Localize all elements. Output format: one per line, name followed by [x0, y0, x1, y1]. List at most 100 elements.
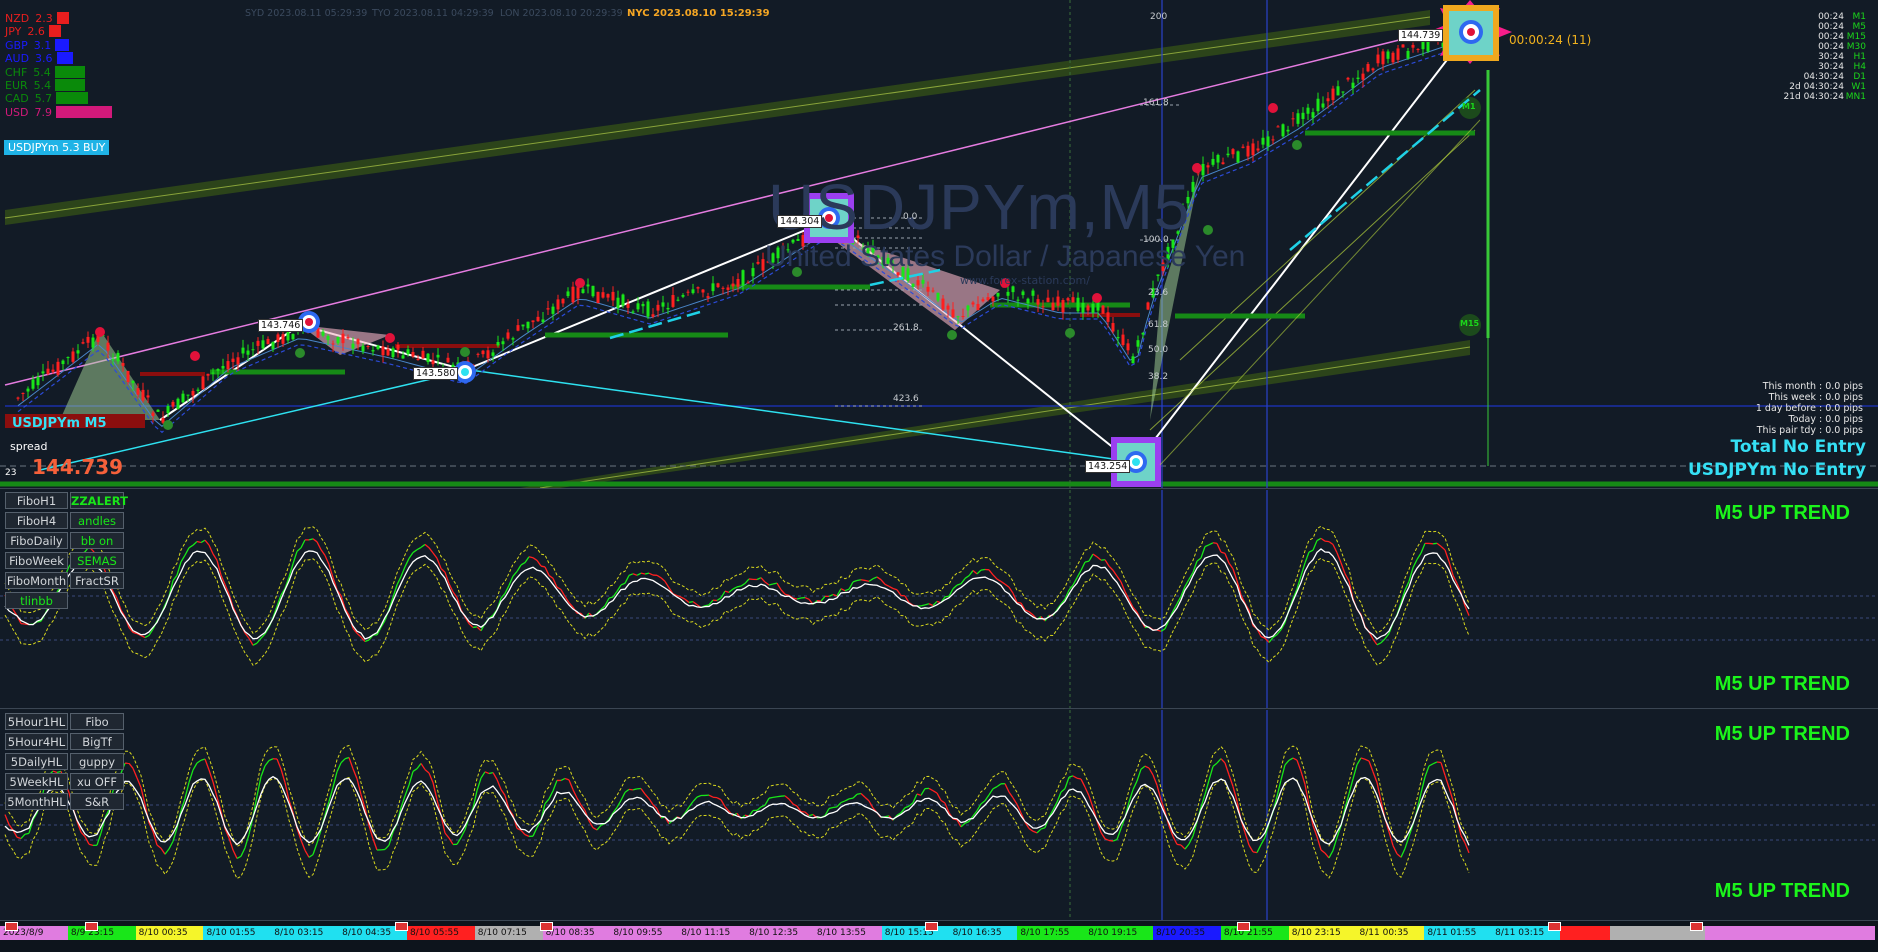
currency-value: 3.6: [35, 52, 53, 66]
big-price-label: 144.739: [32, 455, 124, 479]
oscillator-signal-segment: [260, 765, 266, 777]
candle-body: [721, 287, 725, 289]
candle-body: [1156, 274, 1160, 276]
toggle-button-fibomonth[interactable]: FiboMonth: [5, 572, 68, 589]
oscillator-signal-segment: [960, 578, 966, 585]
time-axis[interactable]: 2023/8/9 8/9 23:15 8/10 00:35 8/10 01:55 8/1…: [0, 921, 1878, 952]
toggle-button-andles-on[interactable]: andles ON: [70, 512, 124, 545]
oscillator-upper-band: [4, 744, 1470, 848]
timeframe-timer-row: 21d 04:30:24 MN1: [1784, 92, 1866, 103]
oscillator-signal-segment: [852, 579, 858, 583]
oscillator-signal-segment: [560, 777, 566, 782]
timer-value: 04:30:24: [1803, 72, 1844, 82]
toggle-button-s-r[interactable]: S&R: [70, 793, 124, 810]
oscillator-signal-segment: [420, 543, 426, 548]
oscillator-signal-segment: [688, 600, 694, 604]
candle-body: [501, 341, 505, 345]
toggle-button-5hour1hl[interactable]: 5Hour1HL: [5, 713, 68, 730]
oscillator-signal-segment: [928, 603, 934, 607]
chart-window[interactable]: SYD 2023.08.11 05:29:39 TYO 2023.08.11 0…: [0, 0, 1878, 952]
toggle-button-tlinbb[interactable]: tlinbb: [5, 592, 68, 609]
strength-bar: [55, 79, 86, 91]
oscillator-signal-segment: [140, 634, 146, 639]
oscillator-signal-segment: [692, 796, 698, 802]
oscillator-signal-segment: [340, 758, 346, 764]
oscillator-signal-segment: [528, 556, 534, 559]
candle-body: [381, 346, 385, 356]
time-axis-label: 8/10 21:55: [1220, 926, 1290, 940]
trend-label-top: M5 UP TREND: [1714, 502, 1850, 524]
oscillator-signal-segment: [756, 577, 762, 581]
oscillator-signal-segment: [980, 800, 986, 805]
time-axis-label: 8/9 23:15: [67, 926, 137, 940]
toggle-button-5weekhl[interactable]: 5WeekHL: [5, 773, 68, 790]
candle-body: [1401, 44, 1405, 48]
candle-body: [421, 350, 425, 359]
oscillator-signal-segment: [280, 768, 286, 783]
oscillator-signal-segment: [132, 768, 138, 779]
toggle-button-fibodaily[interactable]: FiboDaily: [5, 532, 68, 549]
oscillator-signal-segment: [1040, 827, 1046, 830]
toggle-button-fiboweek[interactable]: FiboWeek: [5, 552, 68, 569]
price-pane[interactable]: SYD 2023.08.11 05:29:39 TYO 2023.08.11 0…: [0, 0, 1878, 489]
toggle-button-xu-off[interactable]: xu OFF: [70, 773, 124, 790]
candle-body: [976, 303, 980, 311]
toggle-button-zzalert[interactable]: ZZALERT: [70, 492, 128, 509]
oscillator-signal-segment: [1080, 778, 1086, 788]
toggle-button-5dailyhl[interactable]: 5DailyHL: [5, 753, 68, 770]
toggle-button-fractsr[interactable]: FractSR: [70, 572, 124, 589]
time-axis-label: 8/10 05:55: [406, 926, 476, 940]
toggle-button-semas[interactable]: SEMAS: [70, 552, 124, 569]
oscillator-signal-segment: [160, 847, 166, 855]
toggle-button-bigtf-off[interactable]: BigTf OFF: [70, 733, 124, 766]
oscillator-signal-segment: [892, 587, 898, 591]
timer-value: 00:24: [1818, 12, 1844, 22]
toggle-button-fibo[interactable]: Fibo: [70, 713, 124, 730]
oscillator-signal-segment: [1324, 852, 1330, 859]
toggle-button-fiboh1[interactable]: FiboH1: [5, 492, 68, 509]
candle-body: [156, 409, 160, 412]
oscillator-signal-segment: [740, 582, 746, 587]
oscillator-signal-segment: [804, 596, 810, 600]
candle-body: [1076, 297, 1080, 312]
oscillator-signal-segment: [1252, 851, 1258, 854]
oscillator-upper-band: [4, 525, 1470, 634]
oscillator-signal-segment: [920, 604, 926, 607]
oscillator-signal-segment: [384, 844, 390, 850]
candle-body: [151, 412, 155, 416]
candle-body: [386, 348, 390, 356]
oscillator-signal-segment: [936, 792, 942, 801]
candle-body: [1206, 165, 1210, 168]
oscillator-signal-segment: [1176, 843, 1182, 846]
oscillator-signal-segment: [1380, 638, 1386, 644]
toggle-button-5monthhl[interactable]: 5MonthHL: [5, 793, 68, 810]
oscillator-signal-segment: [188, 544, 194, 549]
oscillator-pane-2[interactable]: 5Hour1HLFibo5Hour4HLBigTf OFF5DailyHLgup…: [0, 710, 1878, 921]
oscillator-signal-segment: [1300, 771, 1306, 785]
trend-label-bottom: M5 UP TREND: [1714, 673, 1850, 695]
candle-body: [1116, 337, 1120, 339]
oscillator-signal-segment: [1432, 761, 1438, 765]
time-axis-label: 8/10 01:55: [203, 926, 273, 940]
oscillator-signal-segment: [1004, 583, 1010, 588]
toggle-button-fiboh4[interactable]: FiboH4: [5, 512, 68, 529]
oscillator-signal-segment: [744, 578, 750, 584]
oscillator-pane-1[interactable]: FiboH1ZZALERTFiboH4andles ONFiboDailybb …: [0, 490, 1878, 709]
oscillator-signal-segment: [204, 539, 210, 546]
oscillator-signal-segment: [720, 799, 726, 808]
oscillator-signal-segment: [684, 598, 690, 603]
oscillator-signal-segment: [680, 596, 686, 600]
flag-icon: [1237, 922, 1250, 931]
oscillator-signal-segment: [516, 564, 522, 572]
candle-body: [1091, 303, 1095, 313]
oscillator-signal-segment: [1444, 774, 1450, 788]
oscillator-signal-segment: [728, 588, 734, 593]
toggle-button-5hour4hl[interactable]: 5Hour4HL: [5, 733, 68, 750]
toggle-button-bb-on[interactable]: bb on: [70, 532, 124, 549]
oscillator-signal-segment: [1432, 542, 1438, 545]
oscillator-signal-segment: [1260, 837, 1266, 845]
oscillator-signal-segment: [1084, 786, 1090, 797]
toggle-button-guppy[interactable]: guppy: [70, 753, 124, 770]
currency-code: EUR: [5, 79, 28, 92]
candle-body: [1361, 73, 1365, 80]
